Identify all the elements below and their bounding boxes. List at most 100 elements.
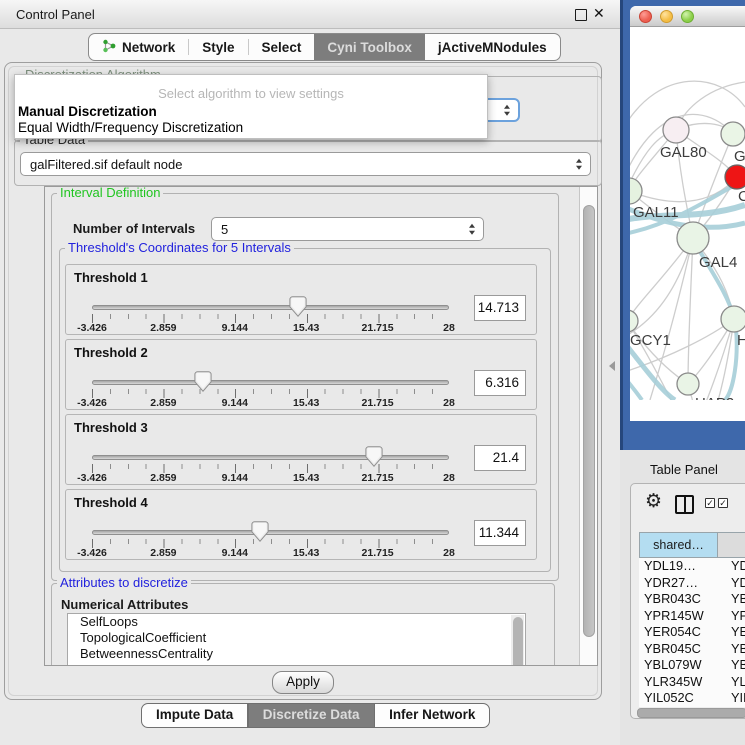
cell-name[interactable]: YDR2 [723, 575, 745, 592]
threshold-slider-thumb[interactable] [194, 371, 212, 392]
svg-text:C: C [738, 188, 745, 205]
cell-name[interactable]: YIL0 [723, 690, 745, 707]
threshold-panel: Threshold 2 -3.426 2.859 9.144 15.43 21.… [65, 339, 537, 410]
threshold-slider-track[interactable] [92, 380, 449, 385]
threshold-slider-thumb[interactable] [289, 296, 307, 317]
threshold-value-field[interactable]: 6.316 [474, 370, 526, 396]
threshold-slider-track[interactable] [92, 305, 449, 310]
splitpane-handle[interactable] [609, 361, 615, 371]
number-of-intervals-combobox[interactable]: 5 [211, 217, 484, 241]
table-row[interactable]: YBL079W YBL0 [639, 657, 745, 674]
table-panel-title: Table Panel [650, 462, 718, 477]
attribute-list-item[interactable]: BetweennessCentrality [68, 646, 525, 662]
table-row[interactable]: YER054C YER0 [639, 624, 745, 641]
table-header-row: shared… na [639, 532, 745, 558]
cell-shared-name[interactable]: YBR043C [639, 591, 723, 608]
threshold-value-field[interactable]: 14.713 [474, 295, 526, 321]
split-view-icon[interactable] [675, 495, 694, 514]
column-header-name[interactable]: na [718, 532, 745, 558]
tab-jactivemnodules[interactable]: jActiveMNodules [425, 34, 560, 60]
table-row[interactable]: YPR145W YPR1 [639, 608, 745, 625]
table-row[interactable]: YDR27… YDR2 [639, 575, 745, 592]
network-canvas[interactable]: GAL80 GA C GAL11 GAL4 GCY1 H HAP2 [630, 27, 745, 400]
dropdown-option-equal-width[interactable]: Equal Width/Frequency Discretization [18, 120, 243, 135]
table-panel: ⚙ ✓ ✓ shared… na YDL19… YDL1 YDR27… YDR2… [630, 483, 745, 719]
threshold-coordinates-label: Threshold's Coordinates for 5 Intervals [65, 241, 294, 255]
table-body[interactable]: YDL19… YDL1 YDR27… YDR2 YBR043C YBR0 YPR… [639, 558, 745, 707]
checkbox-icon[interactable]: ✓ [718, 498, 728, 508]
attribute-list-item[interactable]: SelfLoops [68, 614, 525, 630]
checkbox-icon[interactable]: ✓ [705, 498, 715, 508]
svg-text:GAL4: GAL4 [699, 254, 737, 271]
interval-definition-label: Interval Definition [57, 186, 163, 200]
table-row[interactable]: YBR045C YBR0 [639, 641, 745, 658]
cell-shared-name[interactable]: YPR145W [639, 608, 723, 625]
numerical-attributes-list[interactable]: SelfLoopsTopologicalCoefficientBetweenne… [67, 613, 526, 666]
top-tab-bar: Network Style Select Cyni Toolbox jActiv… [88, 33, 561, 61]
threshold-slider-thumb[interactable] [251, 521, 269, 542]
cell-name[interactable]: YBL0 [723, 657, 745, 674]
cell-name[interactable]: YBR0 [723, 641, 745, 658]
attribute-list-item[interactable]: TopologicalCoefficient [68, 630, 525, 646]
table-row[interactable]: YIL052C YIL0 [639, 690, 745, 707]
cell-shared-name[interactable]: YIL052C [639, 690, 723, 707]
vertical-scrollbar-thumb[interactable] [583, 205, 595, 637]
node-ga [721, 122, 745, 146]
cell-name[interactable]: YBR0 [723, 591, 745, 608]
table-data-value: galFiltered.sif default node [30, 157, 182, 172]
cell-shared-name[interactable]: YDR27… [639, 575, 723, 592]
cell-shared-name[interactable]: YDL19… [639, 558, 723, 575]
zoom-traffic-light[interactable] [681, 10, 694, 23]
tab-infer-network[interactable]: Infer Network [375, 704, 489, 727]
threshold-slider-track[interactable] [92, 530, 449, 535]
tab-cyni-toolbox[interactable]: Cyni Toolbox [314, 34, 425, 60]
svg-text:GCY1: GCY1 [630, 332, 671, 349]
threshold-label: Threshold 1 [74, 270, 148, 285]
table-row[interactable]: YDL19… YDL1 [639, 558, 745, 575]
float-window-icon[interactable] [575, 9, 587, 21]
cell-name[interactable]: YLR3 [723, 674, 745, 691]
threshold-panel: Threshold 3 -3.426 2.859 9.144 15.43 21.… [65, 414, 537, 485]
cell-shared-name[interactable]: YBR045C [639, 641, 723, 658]
list-scrollbar[interactable] [511, 615, 524, 666]
cell-shared-name[interactable]: YER054C [639, 624, 723, 641]
tab-impute-data[interactable]: Impute Data [142, 704, 247, 727]
threshold-value-field[interactable]: 21.4 [474, 445, 526, 471]
table-row[interactable]: YBR043C YBR0 [639, 591, 745, 608]
tab-select[interactable]: Select [249, 34, 315, 60]
minimize-traffic-light[interactable] [660, 10, 673, 23]
network-window[interactable]: GAL80 GA C GAL11 GAL4 GCY1 H HAP2 [630, 6, 745, 421]
cell-shared-name[interactable]: YLR345W [639, 674, 723, 691]
panel-title: Control Panel [16, 7, 95, 22]
table-row[interactable]: YLR345W YLR3 [639, 674, 745, 691]
vertical-scrollbar[interactable] [579, 187, 598, 665]
apply-button[interactable]: Apply [272, 671, 334, 694]
tab-network[interactable]: Network [89, 34, 188, 60]
svg-text:GAL11: GAL11 [633, 204, 679, 221]
cell-name[interactable]: YDL1 [723, 558, 745, 575]
network-window-frame: GAL80 GA C GAL11 GAL4 GCY1 H HAP2 [620, 0, 745, 450]
cell-shared-name[interactable]: YBL079W [639, 657, 723, 674]
tab-discretize-data[interactable]: Discretize Data [249, 704, 374, 727]
dropdown-hint-item[interactable]: Select algorithm to view settings [15, 86, 487, 101]
slider-tick-labels: -3.426 2.859 9.144 15.43 21.715 28 [92, 397, 449, 409]
close-traffic-light[interactable] [639, 10, 652, 23]
node-red [725, 165, 745, 189]
cell-name[interactable]: YER0 [723, 624, 745, 641]
list-scrollbar-thumb[interactable] [513, 617, 523, 666]
table-data-combobox[interactable]: galFiltered.sif default node [20, 152, 591, 176]
attributes-group-label: Attributes to discretize [57, 576, 191, 590]
node-gal4 [677, 222, 709, 254]
gear-icon[interactable]: ⚙ [645, 490, 662, 512]
column-header-shared-name[interactable]: shared… [639, 532, 718, 558]
threshold-slider-thumb[interactable] [365, 446, 383, 467]
svg-text:GAL80: GAL80 [660, 144, 707, 161]
close-icon[interactable]: ✕ [593, 5, 605, 22]
tab-style[interactable]: Style [189, 34, 247, 60]
dropdown-option-manual[interactable]: Manual Discretization [18, 104, 157, 119]
horizontal-scrollbar-thumb[interactable] [637, 708, 745, 718]
cell-name[interactable]: YPR1 [723, 608, 745, 625]
threshold-value-field[interactable]: 11.344 [474, 520, 526, 546]
control-panel-titlebar: Control Panel ✕ [0, 0, 620, 29]
threshold-slider-track[interactable] [92, 455, 449, 460]
